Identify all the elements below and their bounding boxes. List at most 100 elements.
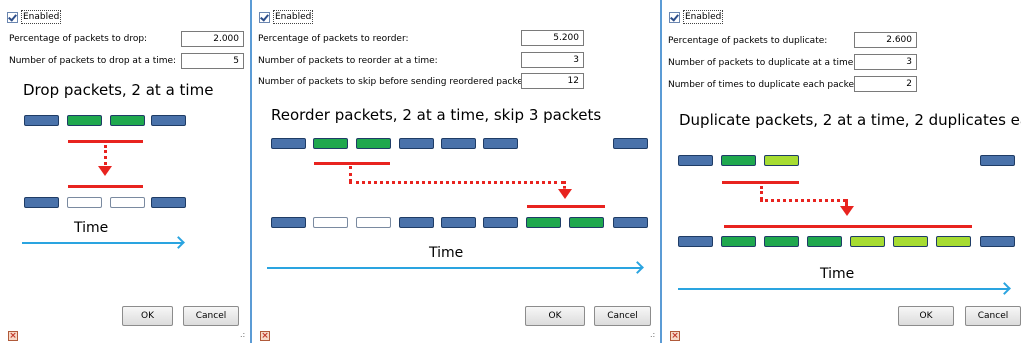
reorder-count-label: Number of packets to reorder at a time: bbox=[258, 56, 438, 66]
drop-count-field[interactable]: 5 bbox=[181, 53, 244, 69]
packet-dropped bbox=[67, 197, 102, 208]
drop-percentage-label: Percentage of packets to drop: bbox=[9, 34, 148, 44]
down-arrow-icon bbox=[98, 166, 112, 176]
duplicate-times-field[interactable]: 2 bbox=[854, 76, 917, 92]
drop-diagram-caption: Drop packets, 2 at a time bbox=[23, 81, 214, 99]
ok-button[interactable]: OK bbox=[525, 306, 585, 326]
enabled-label: Enabled bbox=[21, 10, 62, 24]
packet-duplicate bbox=[764, 236, 799, 247]
time-arrow bbox=[22, 242, 182, 244]
reorder-percentage-label: Percentage of packets to reorder: bbox=[258, 34, 409, 44]
packet bbox=[678, 155, 713, 166]
packet bbox=[271, 217, 306, 228]
down-arrow-icon bbox=[558, 189, 572, 199]
packet-duplicate bbox=[893, 236, 928, 247]
enabled-label: Enabled bbox=[273, 10, 314, 24]
dotted-connector bbox=[349, 181, 564, 184]
duplicate-percentage-field[interactable]: 2.600 bbox=[854, 32, 917, 48]
packet bbox=[271, 138, 306, 149]
packet bbox=[980, 155, 1015, 166]
time-arrow bbox=[678, 288, 1008, 290]
enabled-checkbox[interactable]: Enabled bbox=[669, 9, 724, 25]
reorder-skip-field[interactable]: 12 bbox=[521, 73, 584, 89]
enabled-label: Enabled bbox=[683, 10, 724, 24]
dotted-connector bbox=[104, 145, 107, 165]
dotted-connector bbox=[760, 186, 763, 200]
close-icon[interactable]: × bbox=[8, 331, 18, 341]
duplicate-percentage-label: Percentage of packets to duplicate: bbox=[668, 36, 828, 46]
marker-line bbox=[724, 225, 972, 228]
duplicate-count-label: Number of packets to duplicate at a time… bbox=[668, 58, 857, 68]
packet-duplicate bbox=[807, 236, 842, 247]
packet bbox=[441, 217, 476, 228]
packet bbox=[483, 138, 518, 149]
packet-reordered bbox=[569, 217, 604, 228]
reorder-diagram-caption: Reorder packets, 2 at a time, skip 3 pac… bbox=[271, 106, 602, 124]
packet-selected bbox=[110, 115, 145, 126]
packet-duplicate bbox=[721, 236, 756, 247]
packet bbox=[399, 217, 434, 228]
marker-line bbox=[68, 140, 143, 143]
checkbox-check-icon[interactable] bbox=[7, 11, 18, 23]
drop-percentage-field[interactable]: 2.000 bbox=[181, 31, 244, 47]
packet-selected bbox=[313, 138, 348, 149]
packet bbox=[24, 115, 59, 126]
duplicate-times-label: Number of times to duplicate each packet… bbox=[668, 80, 861, 90]
packet bbox=[678, 236, 713, 247]
duplicate-settings-panel: Enabled Percentage of packets to duplica… bbox=[662, 0, 1021, 343]
packet bbox=[399, 138, 434, 149]
cancel-button[interactable]: Cancel bbox=[183, 306, 239, 326]
ok-button[interactable]: OK bbox=[122, 306, 173, 326]
cancel-button[interactable]: Cancel bbox=[594, 306, 651, 326]
packet bbox=[483, 217, 518, 228]
drop-settings-panel: Enabled Percentage of packets to drop: 2… bbox=[0, 0, 252, 343]
packet bbox=[151, 115, 186, 126]
reorder-count-field[interactable]: 3 bbox=[521, 52, 584, 68]
dotted-connector bbox=[845, 199, 848, 205]
time-label: Time bbox=[74, 220, 109, 236]
packet bbox=[613, 138, 648, 149]
packet-selected bbox=[67, 115, 102, 126]
dotted-connector bbox=[563, 181, 566, 189]
packet-selected bbox=[721, 155, 756, 166]
dotted-connector bbox=[760, 199, 846, 202]
close-icon[interactable]: × bbox=[260, 331, 270, 341]
checkbox-check-icon[interactable] bbox=[259, 11, 270, 23]
reorder-skip-label: Number of packets to skip before sending… bbox=[258, 77, 535, 87]
packet-gap bbox=[313, 217, 348, 228]
drop-count-label: Number of packets to drop at a time: bbox=[9, 56, 177, 66]
duplicate-diagram-caption: Duplicate packets, 2 at a time, 2 duplic… bbox=[679, 111, 1021, 129]
resize-grip-icon[interactable]: .: bbox=[650, 330, 655, 339]
dotted-connector bbox=[349, 166, 352, 182]
cancel-button[interactable]: Cancel bbox=[965, 306, 1021, 326]
time-arrow bbox=[267, 267, 641, 269]
down-arrow-icon bbox=[840, 206, 854, 216]
packet-duplicate bbox=[936, 236, 971, 247]
duplicate-count-field[interactable]: 3 bbox=[854, 54, 917, 70]
marker-line bbox=[722, 181, 799, 184]
packet-selected bbox=[356, 138, 391, 149]
marker-line bbox=[314, 162, 390, 165]
time-label: Time bbox=[429, 245, 464, 261]
packet-reordered bbox=[526, 217, 561, 228]
packet-duplicate bbox=[850, 236, 885, 247]
marker-line bbox=[68, 185, 143, 188]
enabled-checkbox[interactable]: Enabled bbox=[7, 9, 62, 25]
packet-gap bbox=[356, 217, 391, 228]
checkbox-check-icon[interactable] bbox=[669, 11, 680, 23]
enabled-checkbox[interactable]: Enabled bbox=[259, 9, 314, 25]
packet bbox=[441, 138, 476, 149]
packet bbox=[151, 197, 186, 208]
reorder-percentage-field[interactable]: 5.200 bbox=[521, 30, 584, 46]
resize-grip-icon[interactable]: .: bbox=[240, 330, 245, 339]
packet bbox=[613, 217, 648, 228]
reorder-settings-panel: Enabled Percentage of packets to reorder… bbox=[252, 0, 662, 343]
ok-button[interactable]: OK bbox=[898, 306, 954, 326]
time-label: Time bbox=[820, 266, 855, 282]
close-icon[interactable]: × bbox=[670, 331, 680, 341]
marker-line bbox=[527, 205, 605, 208]
packet bbox=[24, 197, 59, 208]
packet-dropped bbox=[110, 197, 145, 208]
packet-selected bbox=[764, 155, 799, 166]
packet bbox=[980, 236, 1015, 247]
